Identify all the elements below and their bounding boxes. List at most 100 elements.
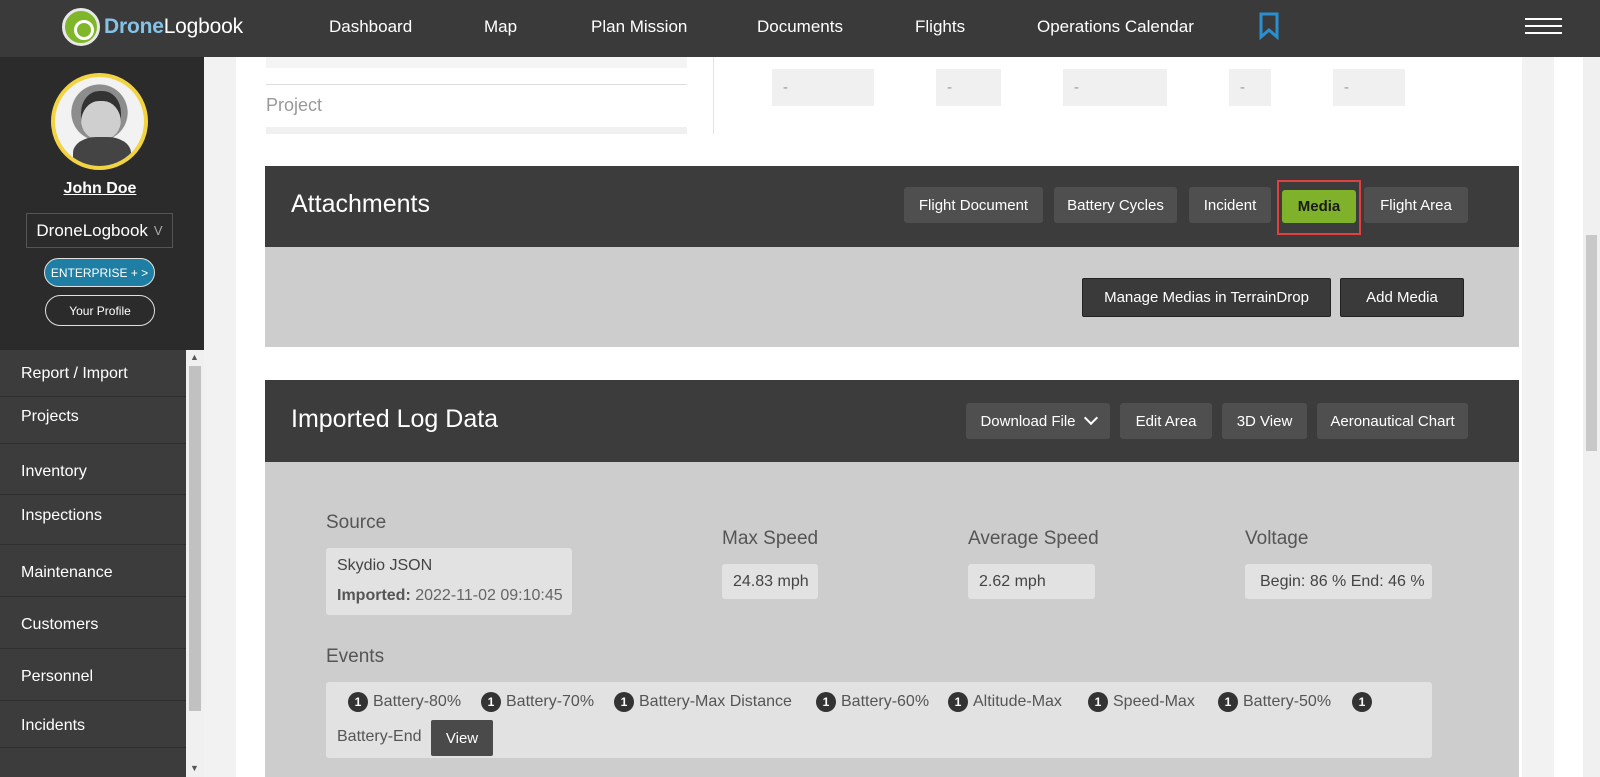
event-name: Battery-70% [506,693,595,710]
manage-medias-button[interactable]: Manage Medias in TerrainDrop [1082,278,1331,317]
value-box: - [772,69,874,106]
source-value: Skydio JSON [337,557,433,574]
divider [713,57,714,134]
average-speed-value: 2.62 mph [968,564,1095,599]
value-box: - [1229,69,1271,106]
event-count-badge: 1 [1218,692,1238,712]
event-count-badge: 1 [816,692,836,712]
add-media-button[interactable]: Add Media [1340,278,1464,317]
chevron-down-icon [1083,410,1098,426]
event-name: Altitude-Max [973,693,1062,710]
event-item: 1 [1352,692,1377,712]
user-name-link[interactable]: John Doe [0,180,200,198]
sidebar-item-projects[interactable]: Projects [0,397,186,444]
tab-incident[interactable]: Incident [1189,187,1271,223]
event-count-badge: 1 [1088,692,1108,712]
max-speed-value: 24.83 mph [722,564,818,599]
event-item: 1 Battery-60% [816,692,929,712]
sidebar: John Doe DroneLogbook V ENTERPRISE + > Y… [0,57,204,777]
app-logo[interactable]: DroneLogbook [62,7,243,47]
imported-log-title: Imported Log Data [291,405,499,433]
sidebar-item-incidents[interactable]: Incidents [0,701,186,748]
aeronautical-chart-button[interactable]: Aeronautical Chart [1317,403,1468,439]
imported-log-body: Source Skydio JSON Imported: 2022-11-02 … [265,462,1519,777]
nav-documents[interactable]: Documents [757,17,843,37]
event-name: Speed-Max [1113,693,1195,710]
sidebar-item-customers[interactable]: Customers [0,597,186,649]
hamburger-menu-icon[interactable] [1525,18,1562,36]
source-label: Source [326,512,387,533]
page-scrollbar-thumb[interactable] [1586,235,1597,451]
sidebar-item-maintenance[interactable]: Maintenance [0,545,186,597]
scroll-down-icon[interactable]: ▼ [190,763,199,773]
nav-plan-mission[interactable]: Plan Mission [591,17,687,37]
bookmark-icon[interactable] [1259,12,1279,40]
flight-detail-card: Project - - - - - Attachments Flight Doc… [236,57,1522,777]
events-label: Events [326,646,385,667]
scroll-up-icon[interactable]: ▲ [190,352,199,362]
event-name: Battery-60% [841,693,930,710]
project-label: Project [266,95,323,115]
tab-battery-cycles[interactable]: Battery Cycles [1054,187,1177,223]
sidebar-scrollbar[interactable]: ▲ ▼ [186,350,204,777]
value-box: - [936,69,1001,106]
sidebar-item-report-import[interactable]: Report / Import [0,350,186,397]
organization-select[interactable]: DroneLogbook V [26,213,173,248]
page-scrollbar[interactable] [1583,57,1600,777]
event-item: 1 Speed-Max [1088,692,1195,712]
event-name: Battery-Max Distance [639,693,792,710]
imported-value: 2022-11-02 09:10:45 [415,587,563,604]
event-count-badge: 1 [948,692,968,712]
event-item: 1 Battery-Max Distance [614,692,792,712]
imported-log-header: Imported Log Data Download File Edit Are… [265,380,1519,462]
nav-map[interactable]: Map [484,17,517,37]
sidebar-menu: Report / Import Projects Inventory Inspe… [0,350,186,777]
event-item: 1 Battery-50% [1218,692,1331,712]
event-name: Battery-End [337,728,422,745]
average-speed-label: Average Speed [968,528,1099,549]
imported-info: Imported: 2022-11-02 09:10:45 [337,587,563,605]
attachments-header: Attachments Flight Document Battery Cycl… [265,166,1519,247]
organization-select-value: DroneLogbook [36,220,148,240]
imported-label: Imported: [337,587,411,604]
nav-flights[interactable]: Flights [915,17,965,37]
chevron-down-icon: V [153,223,163,238]
sidebar-scrollbar-thumb[interactable] [189,366,201,711]
3d-view-button[interactable]: 3D View [1222,403,1307,439]
sidebar-item-inventory[interactable]: Inventory [0,444,186,495]
nav-dashboard[interactable]: Dashboard [329,17,412,37]
max-speed-label: Max Speed [722,528,819,549]
nav-operations-calendar[interactable]: Operations Calendar [1037,17,1194,37]
your-profile-button[interactable]: Your Profile [45,295,155,326]
event-name: Battery-80% [373,693,462,710]
event-item: 1 Battery-80% [348,692,461,712]
sidebar-item-inspections[interactable]: Inspections [0,495,186,545]
top-navbar: DroneLogbook Dashboard Map Plan Mission … [0,0,1600,57]
view-events-button[interactable]: View [431,720,493,756]
sidebar-item-personnel[interactable]: Personnel [0,649,186,701]
source-box: Skydio JSON Imported: 2022-11-02 09:10:4… [326,548,572,615]
download-file-label: Download File [980,412,1076,430]
logo-mark-icon [62,8,100,46]
enterprise-button[interactable]: ENTERPRISE + > [44,258,155,287]
event-item: 1 Battery-70% [481,692,594,712]
tab-flight-document[interactable]: Flight Document [904,187,1043,223]
event-count-badge: 1 [1352,692,1372,712]
event-count-badge: 1 [614,692,634,712]
attachments-body: Manage Medias in TerrainDrop Add Media [265,247,1519,347]
tab-media[interactable]: Media [1282,190,1356,223]
main-content: Project - - - - - Attachments Flight Doc… [204,57,1554,777]
event-name: Battery-50% [1243,693,1332,710]
field-placeholder [266,57,687,68]
voltage-value: Begin: 86 % End: 46 % [1245,564,1432,599]
avatar[interactable] [51,73,148,170]
value-box: - [1063,69,1167,106]
divider [266,84,687,85]
tab-flight-area[interactable]: Flight Area [1364,187,1468,223]
edit-area-button[interactable]: Edit Area [1120,403,1212,439]
download-file-dropdown[interactable]: Download File [966,403,1110,439]
project-field[interactable] [266,127,687,134]
logo-text: DroneLogbook [104,15,243,38]
events-box: 1 Battery-80% 1 Battery-70% 1 Battery-Max D… [326,682,1432,758]
attachments-title: Attachments [291,190,430,218]
